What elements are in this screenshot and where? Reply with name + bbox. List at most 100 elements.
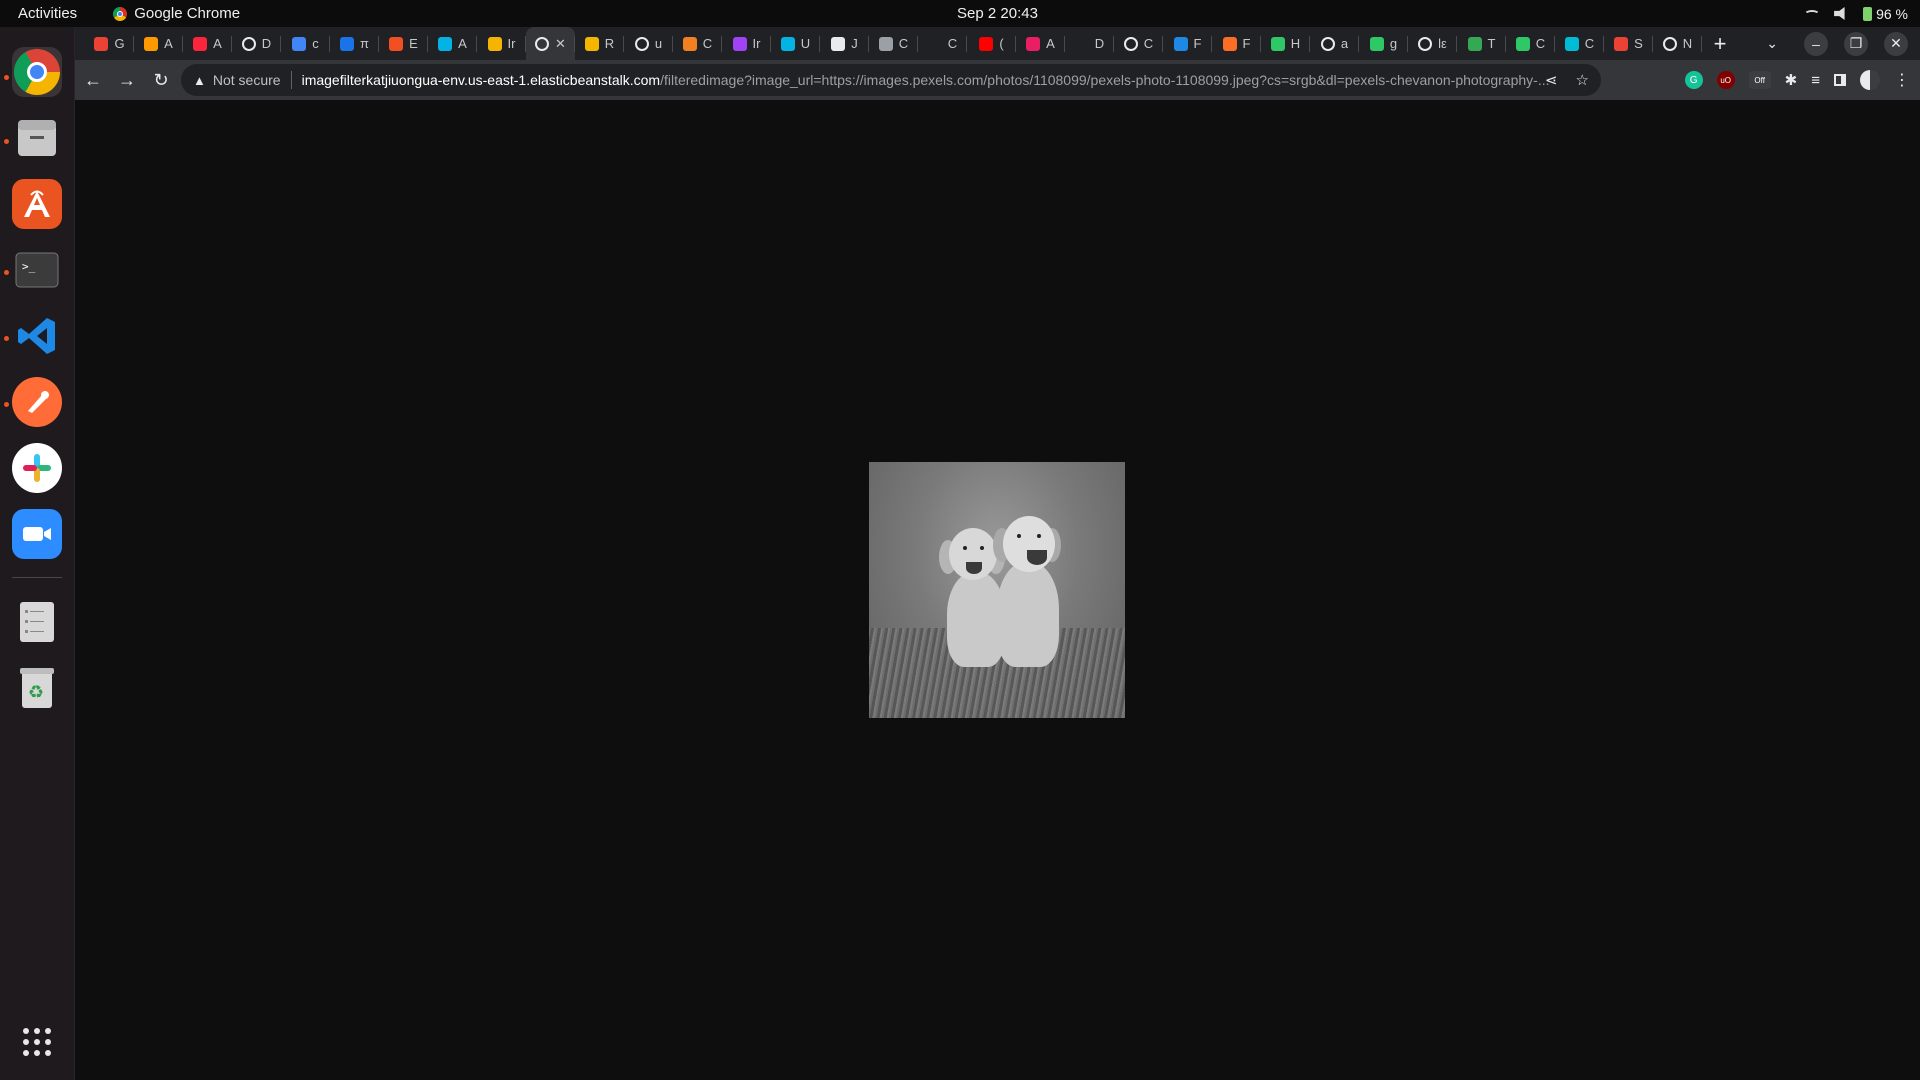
tab[interactable]: J xyxy=(820,27,869,60)
tab[interactable]: c xyxy=(281,27,330,60)
tab[interactable]: H xyxy=(1261,27,1310,60)
share-icon[interactable]: ⋖ xyxy=(1545,71,1558,89)
tab[interactable]: A xyxy=(183,27,232,60)
puppy-right-body xyxy=(997,562,1059,667)
tab[interactable]: A xyxy=(428,27,477,60)
security-label[interactable]: Not secure xyxy=(213,72,281,88)
dock-zoom[interactable] xyxy=(12,509,62,559)
box-icon xyxy=(487,36,502,51)
tab[interactable]: F xyxy=(1212,27,1261,60)
tab-label: H xyxy=(1290,36,1301,51)
tab[interactable]: C xyxy=(869,27,918,60)
tab[interactable]: A xyxy=(134,27,183,60)
tab[interactable]: R xyxy=(575,27,624,60)
system-tray[interactable]: 96 % xyxy=(1804,0,1908,27)
hackerrank-icon xyxy=(1270,36,1285,51)
tab[interactable]: u xyxy=(624,27,673,60)
udacity-icon xyxy=(438,36,453,51)
url-divider xyxy=(290,71,292,89)
tab-label: C xyxy=(1584,36,1595,51)
tab[interactable]: C xyxy=(673,27,722,60)
show-applications[interactable] xyxy=(12,1017,62,1067)
forward-button[interactable]: → xyxy=(111,64,143,96)
tab[interactable]: C xyxy=(1114,27,1163,60)
tab[interactable]: N xyxy=(1653,27,1702,60)
minimize-button[interactable]: – xyxy=(1804,31,1828,56)
tab[interactable]: g xyxy=(1359,27,1408,60)
gmail-icon xyxy=(94,36,109,51)
dock-vscode[interactable] xyxy=(12,311,62,361)
tab[interactable]: D xyxy=(1065,27,1114,60)
reading-list-icon[interactable]: ≡ xyxy=(1811,72,1820,89)
battery-percent: 96 % xyxy=(1876,5,1908,22)
tab[interactable]: E xyxy=(379,27,428,60)
ublock-icon[interactable]: uO xyxy=(1716,71,1735,89)
clock[interactable]: Sep 2 20:43 xyxy=(957,5,1038,22)
volume-icon xyxy=(1834,7,1845,20)
tab[interactable]: a xyxy=(1310,27,1359,60)
tab[interactable]: lε xyxy=(1408,27,1457,60)
profile-avatar[interactable] xyxy=(1860,70,1880,90)
tab-label[interactable]: ✕ xyxy=(555,36,566,52)
tab[interactable]: G xyxy=(85,27,134,60)
page-content xyxy=(75,100,1920,1080)
tab-label: E xyxy=(409,36,418,51)
tab-label: g xyxy=(1389,36,1398,51)
ring-icon xyxy=(340,36,354,51)
tab[interactable]: π xyxy=(330,27,379,60)
dock-file-manager[interactable] xyxy=(12,597,62,647)
url-path[interactable]: /filteredimage?image_url=https://images.… xyxy=(660,72,1549,88)
tab[interactable]: F xyxy=(1163,27,1212,60)
clock-container: Sep 2 20:43 xyxy=(0,5,1920,22)
new-tab-button[interactable]: + xyxy=(1702,27,1738,60)
cloud-icon xyxy=(682,36,697,51)
activities-button[interactable]: Activities xyxy=(18,5,77,22)
tab[interactable]: ( xyxy=(967,27,1016,60)
d-icon xyxy=(1564,36,1579,51)
dock-app-center[interactable] xyxy=(12,179,62,229)
restore-button[interactable]: ❐ xyxy=(1844,31,1868,56)
tab-label: A xyxy=(1046,36,1055,51)
bookmark-star-icon[interactable]: ☆ xyxy=(1576,71,1589,89)
close-window-button[interactable]: ✕ xyxy=(1884,31,1908,56)
tab[interactable]: U xyxy=(771,27,820,60)
tab-label: Ir xyxy=(752,36,761,51)
reload-button[interactable]: ↻ xyxy=(145,64,177,96)
back-button[interactable]: ← xyxy=(77,64,109,96)
dock-slack[interactable] xyxy=(12,443,62,493)
tab[interactable]: Ir xyxy=(477,27,526,60)
tab-label: F xyxy=(1193,36,1202,51)
side-panel-icon[interactable] xyxy=(1834,74,1846,86)
dock-files[interactable] xyxy=(12,113,62,163)
tab[interactable]: S xyxy=(1604,27,1653,60)
tab[interactable]: Ir xyxy=(722,27,771,60)
kebab-menu-icon[interactable]: ⋮ xyxy=(1894,70,1910,90)
tab[interactable]: D xyxy=(232,27,281,60)
terminal-icon: >_ xyxy=(15,252,59,288)
extension-off-badge[interactable]: Off xyxy=(1748,71,1771,89)
tab[interactable]: C xyxy=(918,27,967,60)
tab[interactable]: T xyxy=(1457,27,1506,60)
system-top-bar: Activities Google Chrome Sep 2 20:43 96 … xyxy=(0,0,1920,27)
dock-terminal[interactable]: >_ xyxy=(12,245,62,295)
warning-triangle-icon[interactable]: ▲ xyxy=(193,73,206,88)
dock-postman[interactable] xyxy=(12,377,62,427)
address-bar[interactable]: ▲ Not secure imagefilterkatjiuongua-env.… xyxy=(181,64,1601,96)
dock-trash[interactable]: ♻ xyxy=(12,663,62,713)
tab-label: R xyxy=(604,36,615,51)
aws-icon xyxy=(144,36,159,51)
vscode-icon xyxy=(18,318,55,354)
url-host[interactable]: imagefilterkatjiuongua-env.us-east-1.ela… xyxy=(302,72,660,88)
grammarly-icon[interactable]: G xyxy=(1684,71,1703,89)
dock-separator xyxy=(12,577,62,578)
tab[interactable]: C xyxy=(1555,27,1604,60)
app-menu[interactable]: Google Chrome xyxy=(113,5,240,22)
battery-indicator: 96 % xyxy=(1863,6,1908,22)
puzzle-icon[interactable]: ✱ xyxy=(1785,71,1798,89)
dock-chrome[interactable] xyxy=(12,47,62,97)
tab-active[interactable]: ✕ xyxy=(526,27,575,60)
tab-label: c xyxy=(312,36,319,51)
tab[interactable]: C xyxy=(1506,27,1555,60)
tab-search-button[interactable]: ⌄ xyxy=(1766,35,1778,52)
tab[interactable]: A xyxy=(1016,27,1065,60)
